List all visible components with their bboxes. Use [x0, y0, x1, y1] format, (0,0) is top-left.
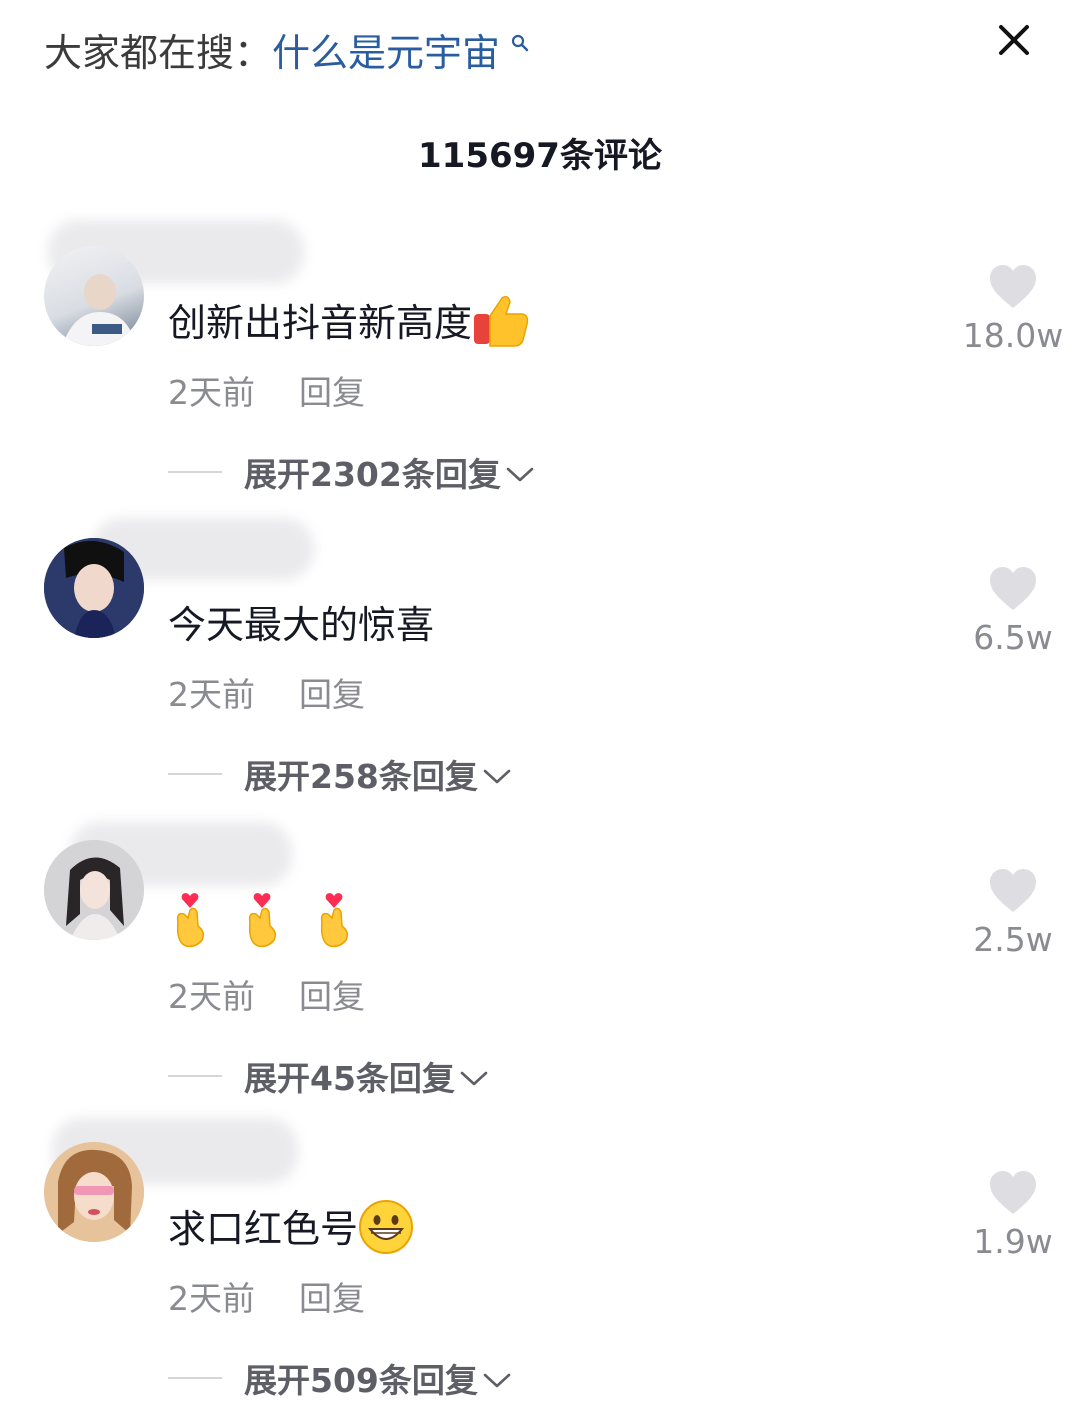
search-icon	[504, 33, 529, 58]
avatar[interactable]	[44, 538, 144, 638]
chevron-down-icon	[482, 1359, 512, 1398]
heart-icon	[990, 869, 1036, 912]
close-icon[interactable]	[992, 18, 1036, 62]
comment-item: 创新出抖音新高度 2天前 回复 展开2302条回复 18.0w	[0, 210, 1080, 510]
comment-text	[168, 892, 356, 957]
avatar[interactable]	[44, 1142, 144, 1242]
expand-replies-button[interactable]: 展开258条回复	[168, 750, 512, 798]
comment-meta: 2天前 回复	[168, 366, 365, 414]
heart-icon	[990, 567, 1036, 610]
comment-time: 2天前	[168, 977, 255, 1016]
comment-item: 今天最大的惊喜 2天前 回复 展开258条回复 6.5w	[0, 512, 1080, 812]
divider-line	[168, 773, 222, 775]
comment-text: 求口红色号	[168, 1198, 414, 1264]
like-button[interactable]: 18.0w	[960, 264, 1066, 355]
comment-item: 求口红色号 2天前 回复 展开509条回复 1.9w	[0, 1116, 1080, 1416]
finger-heart-icon	[312, 892, 356, 957]
comment-meta: 2天前 回复	[168, 668, 365, 716]
comment-count-title: 115697条评论	[418, 136, 662, 176]
search-suggestion[interactable]: 大家都在搜：什么是元宇宙	[44, 22, 529, 77]
like-button[interactable]: 2.5w	[960, 868, 1066, 959]
reply-button[interactable]: 回复	[299, 977, 365, 1016]
reply-button[interactable]: 回复	[299, 675, 365, 714]
grinning-face-icon	[358, 1199, 414, 1264]
like-button[interactable]: 6.5w	[960, 566, 1066, 657]
chevron-down-icon	[459, 1057, 489, 1096]
like-button[interactable]: 1.9w	[960, 1170, 1066, 1261]
comment-item: 2天前 回复 展开45条回复 2.5w	[0, 814, 1080, 1114]
like-count: 6.5w	[973, 618, 1053, 657]
heart-icon	[990, 1171, 1036, 1214]
like-count: 2.5w	[973, 920, 1053, 959]
divider-line	[168, 1075, 222, 1077]
comment-time: 2天前	[168, 1279, 255, 1318]
comment-meta: 2天前 回复	[168, 1272, 365, 1320]
like-count: 18.0w	[962, 316, 1064, 355]
expand-replies-button[interactable]: 展开45条回复	[168, 1052, 489, 1100]
avatar[interactable]	[44, 840, 144, 940]
heart-icon	[990, 265, 1036, 308]
finger-heart-icon	[168, 892, 212, 957]
chevron-down-icon	[505, 453, 535, 492]
chevron-down-icon	[482, 755, 512, 794]
thumbs-up-icon	[472, 294, 530, 357]
reply-button[interactable]: 回复	[299, 1279, 365, 1318]
search-prefix: 大家都在搜：	[44, 31, 273, 75]
expand-replies-button[interactable]: 展开2302条回复	[168, 448, 535, 496]
divider-line	[168, 471, 222, 473]
search-query-link[interactable]: 什么是元宇宙	[272, 31, 500, 75]
comment-meta: 2天前 回复	[168, 970, 365, 1018]
comment-text: 创新出抖音新高度	[168, 292, 530, 357]
reply-button[interactable]: 回复	[299, 373, 365, 412]
comment-text: 今天最大的惊喜	[168, 603, 435, 647]
finger-heart-icon	[240, 892, 284, 957]
avatar[interactable]	[44, 246, 144, 346]
divider-line	[168, 1377, 222, 1379]
like-count: 1.9w	[973, 1222, 1053, 1261]
comment-time: 2天前	[168, 373, 255, 412]
expand-replies-button[interactable]: 展开509条回复	[168, 1354, 512, 1402]
comment-time: 2天前	[168, 675, 255, 714]
